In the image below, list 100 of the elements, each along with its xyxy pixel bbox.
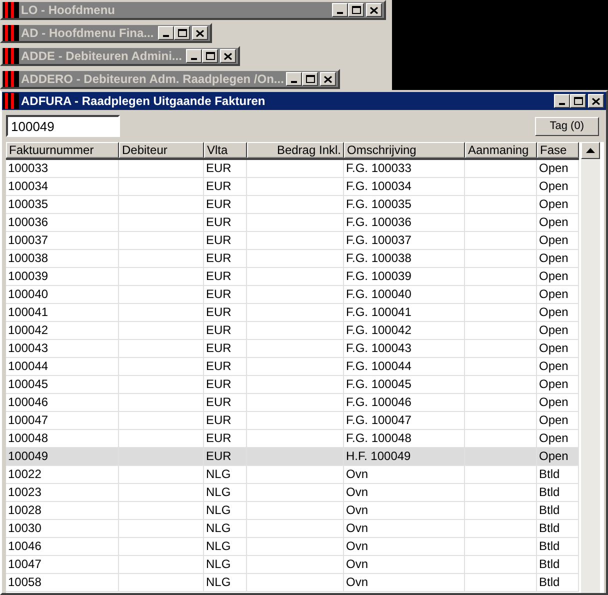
maximize-button[interactable]	[348, 3, 364, 17]
table-cell: EUR	[204, 412, 247, 430]
search-field[interactable]: 100049	[6, 115, 120, 137]
table-cell: Open	[537, 412, 579, 430]
minimize-button[interactable]	[186, 49, 202, 63]
table-cell: EUR	[204, 268, 247, 286]
minimize-button[interactable]	[554, 94, 570, 108]
table-cell: 100047	[6, 412, 119, 430]
table-cell: Ovn	[344, 484, 465, 502]
table-cell: Open	[537, 196, 579, 214]
window-title: AD - Hoofdmenu Fina...	[21, 26, 154, 40]
table-cell: F.G. 100046	[344, 394, 465, 412]
table-cell	[465, 412, 537, 430]
table-cell: F.G. 100044	[344, 358, 465, 376]
table-cell: 10023	[6, 484, 119, 502]
table-cell: Open	[537, 304, 579, 322]
maximize-icon	[352, 6, 360, 14]
close-button[interactable]	[366, 3, 382, 17]
table-cell: Btld	[537, 484, 579, 502]
table-cell	[465, 376, 537, 394]
close-button[interactable]	[192, 26, 208, 40]
table-cell: 100043	[6, 340, 119, 358]
table-cell: Open	[537, 340, 579, 358]
table-cell	[465, 502, 537, 520]
scrollbar[interactable]	[581, 142, 600, 593]
table-cell: EUR	[204, 322, 247, 340]
table-cell: 100046	[6, 394, 119, 412]
table-cell	[465, 556, 537, 574]
close-icon	[196, 30, 204, 36]
close-icon	[324, 76, 332, 82]
close-button[interactable]	[220, 49, 236, 63]
close-button[interactable]	[320, 72, 336, 86]
tag-button[interactable]: Tag (0)	[534, 116, 599, 136]
table-cell: 100041	[6, 304, 119, 322]
maximize-button[interactable]	[174, 26, 190, 40]
minimize-button[interactable]	[158, 26, 174, 40]
table-cell	[465, 340, 537, 358]
table-cell: NLG	[204, 466, 247, 484]
maximize-button[interactable]	[570, 94, 586, 108]
column-header[interactable]: Debiteur	[119, 142, 204, 158]
column-header[interactable]: Faktuurnummer	[6, 142, 119, 158]
table-cell: 100042	[6, 322, 119, 340]
column-header[interactable]: Omschrijving	[344, 142, 465, 158]
table-cell: EUR	[204, 232, 247, 250]
table-cell: 100035	[6, 196, 119, 214]
column-header[interactable]: Aanmaning	[465, 142, 537, 158]
table-cell: 10047	[6, 556, 119, 574]
window-title: ADFURA - Raadplegen Uitgaande Fakturen	[21, 94, 266, 108]
table-cell: Btld	[537, 556, 579, 574]
table-cell: EUR	[204, 376, 247, 394]
maximize-button[interactable]	[302, 72, 318, 86]
table-cell	[465, 286, 537, 304]
table-cell: NLG	[204, 538, 247, 556]
scroll-up-button[interactable]	[581, 142, 600, 159]
table-cell: Open	[537, 286, 579, 304]
table-cell: F.G. 100033	[344, 160, 465, 178]
table-cell: Open	[537, 376, 579, 394]
table-cell: Open	[537, 250, 579, 268]
table-cell: 100036	[6, 214, 119, 232]
minimize-icon	[559, 103, 565, 105]
table-cell	[465, 304, 537, 322]
app-icon	[3, 2, 19, 18]
table-cell: F.G. 100047	[344, 412, 465, 430]
table-cell: EUR	[204, 304, 247, 322]
window-title: ADDE - Debiteuren Admini...	[21, 49, 182, 63]
window-title: ADDERO - Debiteuren Adm. Raadplegen /On...	[21, 72, 284, 86]
table-cell	[465, 430, 537, 448]
table-cell: F.G. 100037	[344, 232, 465, 250]
table-cell	[465, 160, 537, 178]
table-cell	[465, 178, 537, 196]
minimize-icon	[291, 81, 297, 83]
column-header[interactable]: Bedrag Inkl.	[247, 142, 344, 158]
table-cell: 10046	[6, 538, 119, 556]
table-cell: EUR	[204, 160, 247, 178]
table-cell: Open	[537, 448, 579, 466]
up-arrow-icon	[586, 148, 595, 153]
table-cell: F.G. 100036	[344, 214, 465, 232]
close-button[interactable]	[588, 94, 604, 108]
table-cell: H.F. 100049	[344, 448, 465, 466]
table-cell: Ovn	[344, 538, 465, 556]
column-header[interactable]: Fase	[537, 142, 579, 158]
table-cell	[465, 394, 537, 412]
table-cell: Btld	[537, 502, 579, 520]
maximize-button[interactable]	[202, 49, 218, 63]
table-cell: 100049	[6, 448, 119, 466]
column-header[interactable]: Vlta	[204, 142, 247, 158]
table-cell: Open	[537, 160, 579, 178]
table-cell: Btld	[537, 466, 579, 484]
minimize-button[interactable]	[286, 72, 302, 86]
table-cell: NLG	[204, 574, 247, 592]
table-cell: NLG	[204, 502, 247, 520]
table-cell: F.G. 100045	[344, 376, 465, 394]
table-cell	[465, 196, 537, 214]
minimize-button[interactable]	[332, 3, 348, 17]
table-cell: 100039	[6, 268, 119, 286]
table-cell: NLG	[204, 484, 247, 502]
table-cell	[465, 358, 537, 376]
maximize-icon	[178, 29, 186, 37]
table-cell	[465, 232, 537, 250]
table-cell	[465, 250, 537, 268]
